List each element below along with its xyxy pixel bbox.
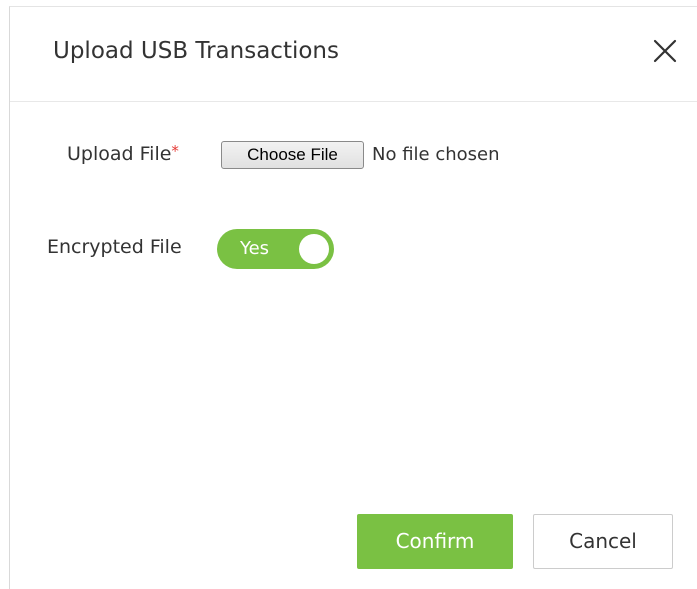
required-marker: *: [171, 142, 179, 160]
dialog-title: Upload USB Transactions: [53, 38, 339, 64]
upload-file-label: Upload File*: [67, 142, 179, 165]
toggle-state-text: Yes: [240, 238, 270, 259]
dialog-header: Upload USB Transactions: [10, 7, 697, 102]
upload-usb-transactions-dialog: Upload USB Transactions Upload File* Cho…: [9, 6, 697, 589]
confirm-button[interactable]: Confirm: [357, 514, 513, 569]
file-status-text: No file chosen: [372, 144, 500, 165]
upload-file-row: Upload File* Choose File No file chosen: [10, 140, 697, 170]
close-button[interactable]: [651, 37, 679, 65]
encrypted-file-toggle[interactable]: Yes: [217, 229, 334, 269]
close-icon: [653, 39, 677, 63]
encrypted-file-label: Encrypted File: [47, 236, 182, 258]
cancel-button[interactable]: Cancel: [533, 514, 673, 569]
choose-file-button[interactable]: Choose File: [221, 141, 364, 169]
encrypted-file-row: Encrypted File Yes: [10, 227, 697, 271]
upload-file-label-text: Upload File: [67, 143, 172, 165]
toggle-knob: [299, 234, 329, 264]
